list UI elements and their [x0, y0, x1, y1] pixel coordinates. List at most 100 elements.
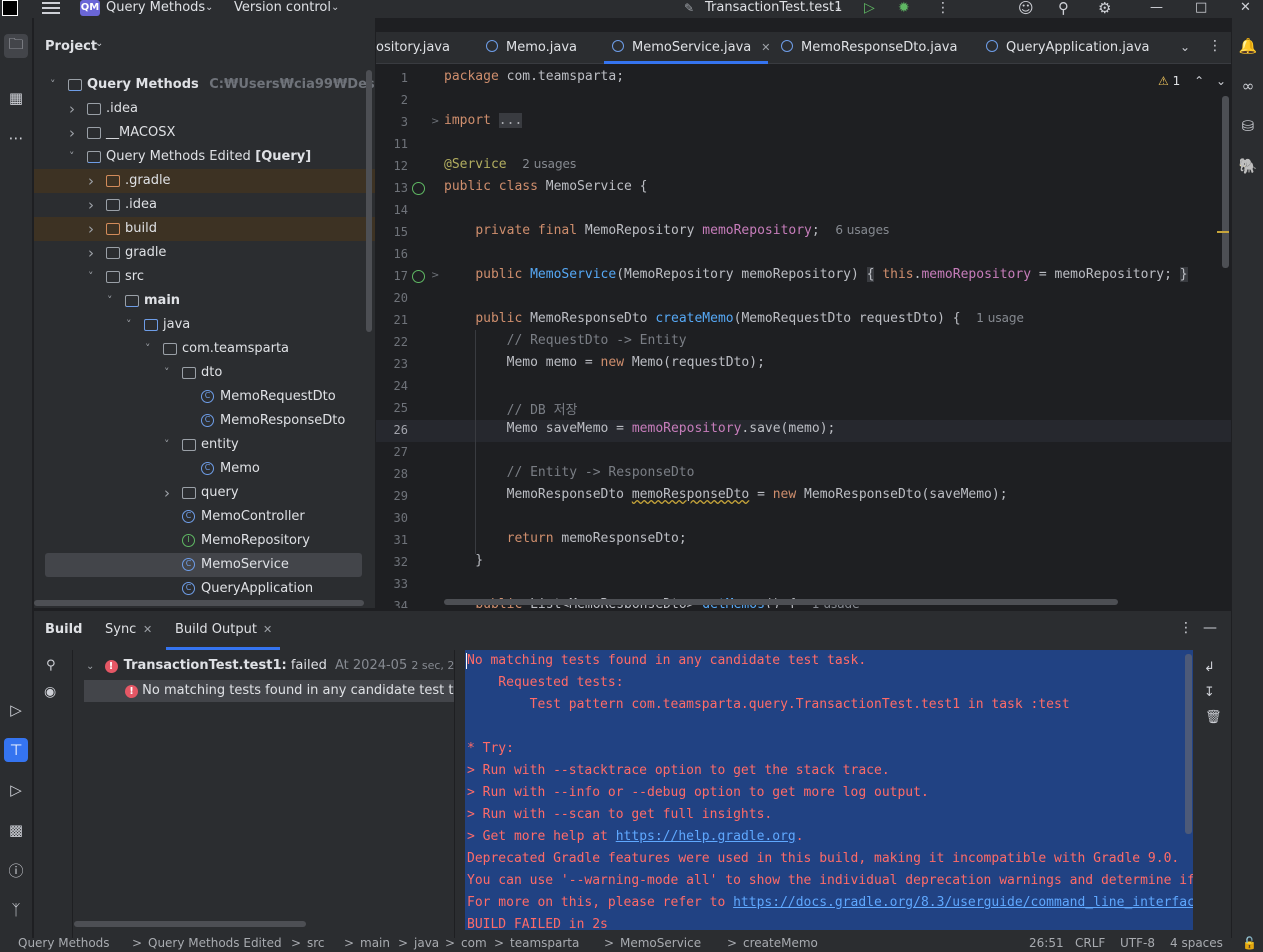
- gradle-icon[interactable]: 🐘: [1236, 154, 1260, 178]
- breadcrumb-item[interactable]: src: [307, 936, 325, 950]
- scroll-to-end-icon[interactable]: ↧: [1204, 685, 1215, 700]
- tree-item[interactable]: ˅ dto: [34, 361, 375, 385]
- close-icon[interactable]: ✕: [263, 610, 272, 650]
- build-tool-icon[interactable]: ⊤: [4, 738, 28, 762]
- notifications-icon[interactable]: 🔔: [1236, 34, 1260, 58]
- chevron-right-icon[interactable]: ›: [88, 169, 100, 193]
- project-name[interactable]: Query Methods: [106, 0, 205, 16]
- debug-icon[interactable]: ✹: [898, 0, 910, 16]
- chevron-down-icon[interactable]: ˅: [50, 73, 62, 97]
- close-icon[interactable]: ✕: [1240, 0, 1251, 16]
- chevron-down-icon[interactable]: ⌄: [95, 38, 103, 49]
- git-tool-icon[interactable]: ᛉ: [4, 898, 28, 922]
- terminal-tool-icon[interactable]: ▩: [4, 818, 28, 842]
- tree-item[interactable]: › .idea: [34, 97, 375, 121]
- error-stripe-mark[interactable]: [1217, 231, 1229, 233]
- tree-item[interactable]: C MemoResponseDto: [34, 409, 375, 433]
- main-menu-icon[interactable]: [42, 2, 60, 14]
- tree-item[interactable]: C MemoRequestDto: [34, 385, 375, 409]
- tree-item[interactable]: › .idea: [34, 193, 375, 217]
- project-panel-title[interactable]: Project: [45, 39, 97, 54]
- tabs-more-icon[interactable]: ⋮: [1208, 38, 1222, 54]
- tree-item[interactable]: C Memo: [34, 457, 375, 481]
- close-icon[interactable]: ✕: [143, 610, 152, 650]
- line-separator[interactable]: CRLF: [1075, 936, 1105, 950]
- tree-item[interactable]: ˅ com.teamsparta: [34, 337, 375, 361]
- run-icon[interactable]: ▷: [864, 0, 875, 16]
- run-tool-icon[interactable]: ▷: [4, 778, 28, 802]
- chevron-down-icon[interactable]: ˅: [145, 337, 157, 361]
- run-config[interactable]: TransactionTest.test1: [705, 0, 842, 16]
- chevron-right-icon[interactable]: ›: [88, 217, 100, 241]
- console-link[interactable]: https://docs.gradle.org/8.3/userguide/co…: [733, 895, 1193, 910]
- project-badge[interactable]: QM: [80, 0, 100, 16]
- file-encoding[interactable]: UTF-8: [1120, 936, 1155, 950]
- close-icon[interactable]: ✕: [761, 41, 770, 54]
- tabs-dropdown-icon[interactable]: ⌄: [1180, 40, 1190, 54]
- editor-h-scrollbar[interactable]: [444, 599, 1118, 605]
- eye-icon[interactable]: ◉: [44, 684, 56, 700]
- tree-item[interactable]: › __MACOSX: [34, 121, 375, 145]
- search-icon[interactable]: ⚲: [1058, 0, 1069, 16]
- chevron-right-icon[interactable]: ›: [164, 481, 176, 505]
- chevron-down-icon[interactable]: ˅: [164, 361, 176, 385]
- tree-item[interactable]: ˅ src: [34, 265, 375, 289]
- console-v-scrollbar[interactable]: [1185, 654, 1192, 834]
- build-console[interactable]: No matching tests found in any candidate…: [465, 650, 1193, 930]
- tree-item[interactable]: ˅ java: [34, 313, 375, 337]
- breadcrumb-item[interactable]: MemoService: [620, 936, 701, 950]
- services-tool-icon[interactable]: ▷: [4, 698, 28, 722]
- build-tree-item[interactable]: ⌄ ! TransactionTest.test1: failed At 202…: [86, 656, 454, 676]
- editor-v-scrollbar[interactable]: [1222, 96, 1229, 268]
- indent-setting[interactable]: 4 spaces: [1170, 936, 1223, 950]
- chevron-down-icon[interactable]: ˅: [69, 145, 81, 169]
- soft-wrap-icon[interactable]: ↲: [1204, 660, 1215, 675]
- database-icon[interactable]: ⛁: [1236, 114, 1260, 138]
- chevron-right-icon[interactable]: ›: [69, 97, 81, 121]
- problems-tool-icon[interactable]: ⓘ: [4, 858, 28, 882]
- project-tool-icon[interactable]: 🗀: [4, 34, 28, 58]
- tab-file[interactable]: QueryApplication.java: [986, 32, 1150, 63]
- tree-item[interactable]: ˅ entity: [34, 433, 375, 457]
- tree-item[interactable]: I MemoRepository: [34, 529, 375, 553]
- breadcrumb-item[interactable]: teamsparta: [510, 936, 579, 950]
- add-user-icon[interactable]: ☺: [1018, 0, 1034, 16]
- trash-icon[interactable]: 🗑: [1205, 710, 1222, 725]
- chevron-down-icon[interactable]: ⌄: [205, 0, 213, 16]
- build-tree-h-scrollbar[interactable]: [74, 921, 306, 927]
- breadcrumb-item[interactable]: com: [461, 936, 487, 950]
- tree-item[interactable]: C QueryApplication: [34, 577, 375, 601]
- chevron-down-icon[interactable]: ⌄: [1216, 74, 1226, 88]
- ai-assistant-icon[interactable]: ∞: [1236, 74, 1260, 98]
- chevron-right-icon[interactable]: ›: [88, 193, 100, 217]
- tab-sync[interactable]: Sync: [105, 610, 136, 650]
- structure-tool-icon[interactable]: ▦: [4, 86, 28, 110]
- tab-file[interactable]: MemoResponseDto.java: [781, 32, 957, 63]
- tree-item[interactable]: ˅ main: [34, 289, 375, 313]
- breadcrumb-item[interactable]: createMemo: [743, 936, 818, 950]
- gutter-spring-icon[interactable]: [412, 270, 425, 283]
- chevron-down-icon[interactable]: ⌄: [834, 0, 842, 16]
- build-panel-title[interactable]: Build: [45, 610, 82, 650]
- fold-icon[interactable]: >: [431, 270, 439, 281]
- tree-item[interactable]: C MemoController: [34, 505, 375, 529]
- vcs-menu[interactable]: Version control: [234, 0, 331, 16]
- caret-position[interactable]: 26:51: [1029, 936, 1064, 950]
- tree-item[interactable]: › .gradle: [34, 169, 375, 193]
- tree-item[interactable]: ˅ Query Methods Edited [Query]: [34, 145, 375, 169]
- build-error-item[interactable]: ! No matching tests found in any candida…: [84, 680, 454, 702]
- chevron-right-icon[interactable]: ›: [88, 241, 100, 265]
- tree-h-scrollbar[interactable]: [34, 600, 364, 606]
- gear-icon[interactable]: ⚙: [1098, 0, 1111, 16]
- tree-item[interactable]: C MemoService: [45, 553, 362, 577]
- chevron-up-icon[interactable]: ⌃: [1194, 74, 1204, 88]
- chevron-down-icon[interactable]: ˅: [126, 313, 138, 337]
- lock-icon[interactable]: 🔓: [1242, 936, 1257, 950]
- tree-item[interactable]: › query: [34, 481, 375, 505]
- breadcrumb-item[interactable]: main: [360, 936, 390, 950]
- fold-icon[interactable]: >: [431, 116, 439, 127]
- console-link[interactable]: https://help.gradle.org: [616, 829, 796, 844]
- breadcrumb-item[interactable]: java: [414, 936, 439, 950]
- chevron-down-icon[interactable]: ⌄: [331, 0, 339, 16]
- chevron-down-icon[interactable]: ⌄: [86, 661, 94, 672]
